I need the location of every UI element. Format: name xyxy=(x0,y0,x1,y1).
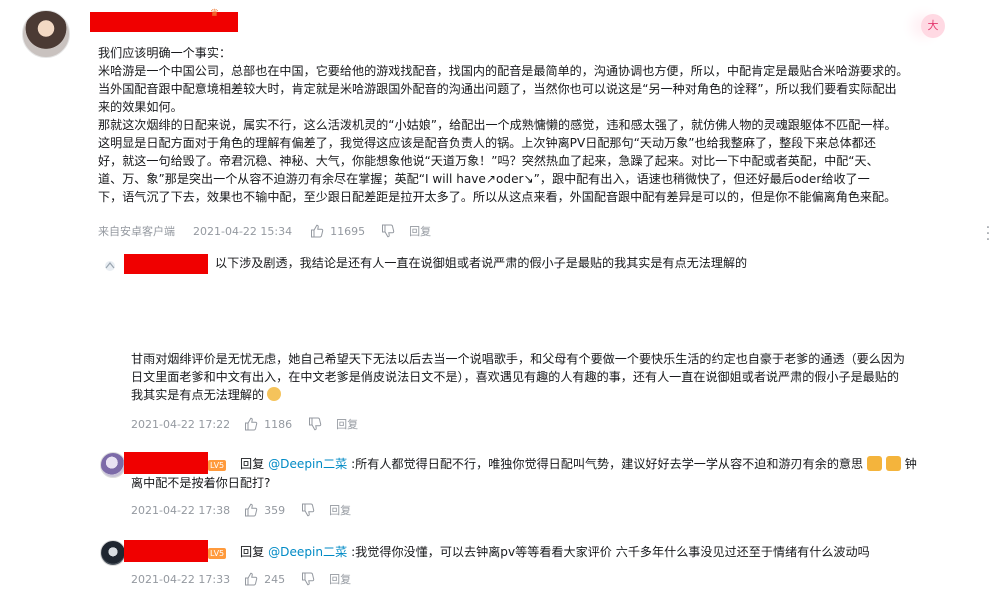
reply-prefix: 回复 xyxy=(240,545,265,559)
comment-line: 当外国配音跟中配意境相差较大时，肯定就是米哈游跟国外配音的沟通出问题了，当然你也… xyxy=(98,82,897,96)
like-count: 245 xyxy=(264,572,286,586)
reply-body: :我觉得你没懂，可以去钟离pv等等看看大家评价 六千多年什么事没见过还至于情绪有… xyxy=(351,545,870,559)
mention-link[interactable]: @Deepin二菜 xyxy=(268,545,347,559)
reply-prefix: 回复 xyxy=(240,457,265,471)
reply-intro: 以下涉及剧透，我结论是还有人一直在说御姐或者说严肃的假小子是最贴的我其实是有点无… xyxy=(215,256,748,270)
thumb-up-icon[interactable] xyxy=(244,417,258,431)
user-badge: 大 xyxy=(921,14,945,38)
reply-button[interactable]: 回复 xyxy=(329,502,351,518)
comment-line: 那就这次烟绯的日配来说，属实不行，这么活泼机灵的“小姑娘”，给配出一个成熟慵懒的… xyxy=(98,118,897,132)
like-count: 11695 xyxy=(330,224,366,238)
reply-text: 甘雨对烟绯评价是无忧无虑，她自己希望天下无法以后去当一个说唱歌手，和父母有个要做… xyxy=(131,350,905,404)
user-avatar[interactable] xyxy=(100,540,126,566)
reply-time: 2021-04-22 17:38 xyxy=(131,503,231,517)
reply-time: 2021-04-22 17:22 xyxy=(131,417,231,431)
thumb-up-icon[interactable] xyxy=(244,572,258,586)
reply-meta: 2021-04-22 17:38 359 回复 xyxy=(131,502,351,518)
cat-emoji-icon xyxy=(866,456,882,471)
comment-line: 道、万、象”那是突出一个从容不迫游刃有余尽在掌握；英配“I will have↗… xyxy=(98,172,870,186)
mention-link[interactable]: @Deepin二菜 xyxy=(268,457,347,471)
thumb-down-icon[interactable] xyxy=(381,224,395,238)
comment-line: 下，语气沉了下去，效果也不输中配，至少跟日配差距是拉开太多了。所以从这点来看，外… xyxy=(98,190,897,204)
crown-icon: ♛ xyxy=(210,8,219,19)
reply-body-line2: 离中配不是按着你日配打? xyxy=(131,476,271,490)
comment-meta: 来自安卓客户端 2021-04-22 15:34 11695 回复 xyxy=(98,223,431,239)
reply-meta: 2021-04-22 17:22 1186 回复 xyxy=(131,416,358,432)
level-badge: LV5 xyxy=(208,548,227,559)
like-count: 359 xyxy=(264,503,286,517)
reply-meta: 2021-04-22 17:33 245 回复 xyxy=(131,571,351,587)
thumb-down-icon[interactable] xyxy=(301,572,315,586)
user-avatar[interactable] xyxy=(100,452,126,478)
level-badge: LV5 xyxy=(208,460,227,471)
cat-emoji-icon xyxy=(885,456,901,471)
redacted-username[interactable] xyxy=(124,452,208,474)
source-label: 来自安卓客户端 xyxy=(98,225,175,238)
small-avatar[interactable] xyxy=(103,258,117,272)
comment-line: 好，就这一句给毁了。帝君沉稳、神秘、大气，你能想象他说“天道万象！”吗？突然热血… xyxy=(98,154,879,168)
comment-line: 我们应该明确一个事实： xyxy=(98,46,232,60)
reply-button[interactable]: 回复 xyxy=(336,416,358,432)
comment-line: 这明显是日配方面对于角色的理解有偏差了，我觉得这应该是配音负责人的锅。上次钟离P… xyxy=(98,136,876,150)
thumb-up-icon[interactable] xyxy=(310,224,324,238)
reply-text: 回复 @Deepin二菜 :所有人都觉得日配不行，唯独你觉得日配叫气势，建议好好… xyxy=(240,455,917,473)
reply-line-text: 我其实是有点无法理解的 xyxy=(131,388,265,402)
redacted-username[interactable] xyxy=(124,254,208,274)
thumb-down-icon[interactable] xyxy=(308,417,322,431)
like-count: 1186 xyxy=(264,417,293,431)
reply-body-tail: 钟 xyxy=(904,457,917,471)
reply-time: 2021-04-22 17:33 xyxy=(131,572,231,586)
comment-text: 我们应该明确一个事实： 米哈游是一个中国公司，总部也在中国，它要给他的游戏找配音… xyxy=(98,44,993,206)
thumb-down-icon[interactable] xyxy=(301,503,315,517)
comment-line: 米哈游是一个中国公司，总部也在中国，它要给他的游戏找配音，找国内的配音是最简单的… xyxy=(98,64,909,78)
comment-time: 2021-04-22 15:34 xyxy=(193,224,293,238)
more-options-icon[interactable]: · · · xyxy=(984,221,992,247)
thumb-up-icon[interactable] xyxy=(244,503,258,517)
reply-line: 日文里面老爹和中文有出入，在中文老爹是俏皮说法日文不是），喜欢遇见有趣的人有趣的… xyxy=(131,370,899,384)
reply-button[interactable]: 回复 xyxy=(409,223,431,239)
reply-button[interactable]: 回复 xyxy=(329,571,351,587)
reply-line: 我其实是有点无法理解的 xyxy=(131,386,905,404)
emoji-icon xyxy=(267,387,282,401)
reply-body: :所有人都觉得日配不行，唯独你觉得日配叫气势，建议好好去学一学从容不迫和游刃有余… xyxy=(351,457,864,471)
user-avatar[interactable] xyxy=(22,10,70,58)
comment-line: 来的效果如何。 xyxy=(98,100,183,114)
redacted-username[interactable] xyxy=(124,540,208,562)
reply-text: 回复 @Deepin二菜 :我觉得你没懂，可以去钟离pv等等看看大家评价 六千多… xyxy=(240,543,870,561)
reply-line: 甘雨对烟绯评价是无忧无虑，她自己希望天下无法以后去当一个说唱歌手，和父母有个要做… xyxy=(131,352,906,366)
